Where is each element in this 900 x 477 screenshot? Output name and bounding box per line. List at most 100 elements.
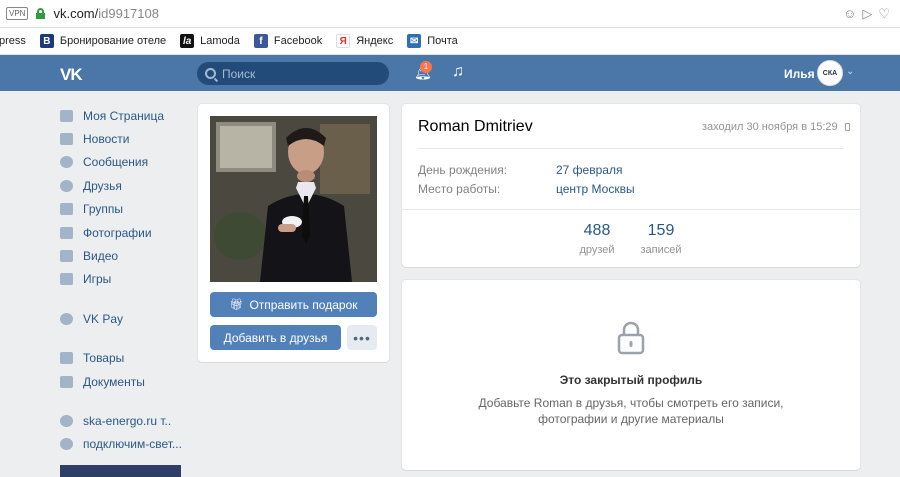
sidebar-item-label: Новости — [83, 132, 130, 147]
sidebar-item-documents[interactable]: Документы — [60, 370, 190, 393]
bookmark-yandex[interactable]: Я Яндекс — [336, 34, 393, 48]
sidebar-item-label: Моя Страница — [83, 108, 165, 123]
news-icon — [60, 133, 73, 146]
gamepad-icon — [60, 273, 73, 286]
sidebar-item-video[interactable]: Видео — [60, 244, 190, 267]
profile-photo-image — [210, 116, 377, 282]
music-icon[interactable]: ♫ — [452, 63, 464, 81]
document-icon — [60, 375, 73, 388]
sidebar-item-label: Документы — [83, 374, 145, 389]
bookmark-label: Lamoda — [200, 35, 240, 47]
groups-icon — [60, 203, 73, 216]
browser-address-bar[interactable]: VPN vk.com/id9917108 ☺ ▷ ♡ — [0, 0, 900, 28]
profile-photo[interactable] — [210, 116, 377, 282]
send-gift-button[interactable]: 🎁︎ Отправить подарок — [210, 292, 377, 317]
bookmarks-bar: press B Бронирование отеле la Lamoda f F… — [0, 28, 900, 55]
bookmark-label: Facebook — [273, 35, 323, 47]
closed-profile-text: Добавьте Roman в друзья, чтобы смотреть … — [402, 395, 860, 427]
sidebar-item-friends[interactable]: Друзья — [60, 174, 190, 197]
closed-profile-line-2: фотографии и другие материалы — [538, 412, 724, 426]
info-divider — [418, 148, 844, 149]
search-icon — [205, 68, 216, 79]
extension-icon[interactable]: ☺ — [843, 6, 856, 21]
sidebar-item-games[interactable]: Игры — [60, 268, 190, 291]
work-label: Место работы: — [418, 182, 501, 196]
bookmark-label: Бронирование отеле — [59, 35, 167, 47]
friends-icon — [60, 179, 73, 192]
phone-icon — [844, 123, 850, 131]
add-friend-button[interactable]: Добавить в друзья — [210, 325, 341, 350]
add-friend-label: Добавить в друзья — [223, 330, 328, 345]
address-bar-actions: ☺ ▷ ♡ — [843, 6, 890, 21]
birthday-value[interactable]: 27 февраля — [556, 163, 622, 177]
video-icon — [60, 250, 73, 263]
sidebar-item-group-svet[interactable]: подключим-свет... — [60, 433, 190, 456]
gift-icon: 🎁︎ — [229, 299, 244, 311]
more-actions-button[interactable]: ••• — [347, 325, 377, 350]
lamoda-icon: la — [180, 34, 195, 48]
url-path: id9917108 — [98, 6, 159, 21]
heart-icon[interactable]: ♡ — [878, 6, 890, 21]
counter-number: 488 — [583, 222, 611, 239]
sidebar-item-label: Сообщения — [83, 155, 149, 170]
vk-logo[interactable]: VK — [60, 65, 83, 85]
sidebar-item-vkpay[interactable]: VK Pay — [60, 307, 190, 330]
community-icon — [60, 438, 73, 451]
vpn-badge[interactable]: VPN — [6, 7, 29, 20]
closed-profile-title: Это закрытый профиль — [559, 373, 703, 387]
sidebar-item-my-page[interactable]: Моя Страница — [60, 104, 190, 127]
sidebar-item-messages[interactable]: Сообщения — [60, 151, 190, 174]
community-icon — [60, 414, 73, 427]
sidebar-item-label: VK Pay — [83, 311, 124, 326]
sidebar-item-goods[interactable]: Товары — [60, 347, 190, 370]
last-seen: заходил 30 ноября в 15:29 — [702, 121, 850, 133]
play-icon[interactable]: ▷ — [862, 6, 872, 21]
avatar[interactable]: СКА — [817, 60, 843, 86]
last-seen-text: заходил 30 ноября в 15:29 — [702, 121, 838, 133]
bookmark-booking[interactable]: B Бронирование отеле — [39, 34, 167, 48]
sidebar-item-label: Товары — [83, 351, 125, 366]
sidebar-item-groups[interactable]: Группы — [60, 198, 190, 221]
site-header: VK Поиск 🔔︎ 1 ♫ Илья СКА ⌄ — [0, 55, 900, 91]
user-name[interactable]: Илья — [784, 67, 815, 81]
sidebar-item-label: Группы — [83, 202, 123, 217]
sidebar-item-label: Игры — [83, 272, 112, 287]
friends-counter[interactable]: 488 друзей — [572, 222, 622, 256]
bookmark-label: Почта — [427, 35, 458, 47]
profile-name: Roman Dmitriev — [418, 118, 533, 135]
left-menu: Моя Страница Новости Сообщения Друзья Гр… — [60, 104, 190, 456]
bag-icon — [60, 352, 73, 365]
chevron-down-icon[interactable]: ⌄ — [846, 66, 854, 77]
camera-icon — [60, 226, 73, 239]
sidebar-item-label: ska-energo.ru т.. — [83, 413, 172, 428]
birthday-label: День рождения: — [418, 163, 508, 177]
counter-number: 159 — [647, 222, 675, 239]
search-input[interactable]: Поиск — [197, 62, 389, 85]
yandex-icon: Я — [336, 34, 351, 48]
sidebar-item-label: Видео — [83, 249, 119, 264]
search-placeholder: Поиск — [222, 66, 256, 81]
facebook-icon: f — [253, 34, 268, 48]
mail-icon: ✉ — [407, 34, 422, 48]
sidebar-item-photos[interactable]: Фотографии — [60, 221, 190, 244]
bookmark-facebook[interactable]: f Facebook — [253, 34, 323, 48]
sidebar-item-news[interactable]: Новости — [60, 127, 190, 150]
vkpay-icon — [60, 312, 73, 325]
bookmark-lamoda[interactable]: la Lamoda — [180, 34, 240, 48]
lock-icon — [36, 8, 46, 19]
bookmark-mail[interactable]: ✉ Почта — [407, 34, 458, 48]
sidebar-item-label: Фотографии — [83, 225, 152, 240]
url-text[interactable]: vk.com/id9917108 — [53, 6, 159, 21]
sidebar-item-group-ska[interactable]: ska-energo.ru т.. — [60, 409, 190, 432]
bookmark-express[interactable]: press — [0, 35, 26, 47]
bookmark-label: Яндекс — [356, 35, 394, 47]
ad-banner[interactable] — [60, 465, 181, 477]
messages-icon — [60, 156, 73, 169]
posts-counter[interactable]: 159 записей — [636, 222, 686, 256]
work-value[interactable]: центр Москвы — [556, 182, 635, 196]
booking-icon: B — [39, 34, 54, 48]
closed-profile-line-1: Добавьте Roman в друзья, чтобы смотреть … — [478, 396, 784, 410]
sidebar-item-label: Друзья — [83, 178, 122, 193]
home-icon — [60, 109, 73, 122]
url-host: vk.com/ — [53, 6, 99, 21]
